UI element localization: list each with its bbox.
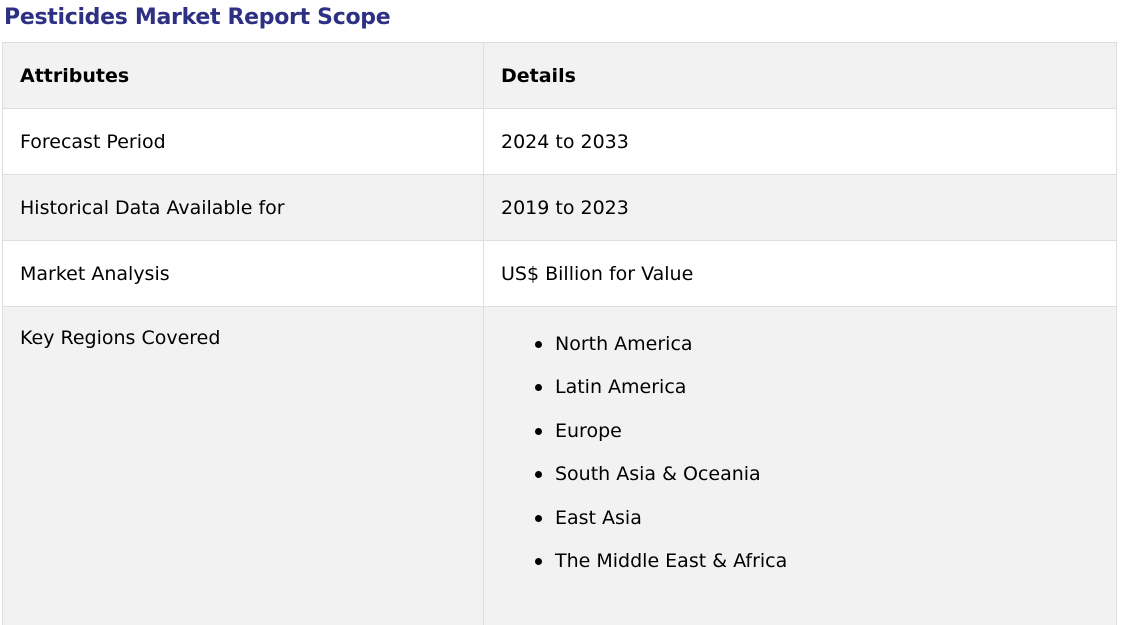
table-row: Forecast Period 2024 to 2033 [2, 108, 1117, 175]
list-item: Latin America [535, 374, 1099, 417]
list-item: North America [535, 331, 1099, 374]
report-scope-table: Attributes Details Forecast Period 2024 … [2, 42, 1117, 625]
page-title: Pesticides Market Report Scope [4, 5, 391, 30]
column-header-details: Details [483, 42, 1117, 109]
list-item: South Asia & Oceania [535, 461, 1099, 504]
region-label: Europe [555, 419, 622, 442]
page: Pesticides Market Report Scope Attribute… [0, 0, 1123, 625]
table-row: Market Analysis US$ Billion for Value [2, 240, 1117, 307]
attribute-cell: Forecast Period [2, 108, 484, 175]
detail-cell: 2024 to 2033 [483, 108, 1117, 175]
region-label: South Asia & Oceania [555, 463, 761, 486]
bullet-icon [535, 514, 542, 522]
table-row-regions: Key Regions Covered North America Latin … [2, 306, 1117, 625]
table-row: Historical Data Available for 2019 to 20… [2, 174, 1117, 241]
region-label: Latin America [555, 376, 687, 399]
column-header-attributes: Attributes [2, 42, 484, 109]
attribute-cell: Market Analysis [2, 240, 484, 307]
bullet-icon [535, 341, 542, 348]
bullet-icon [535, 557, 542, 565]
detail-cell: 2019 to 2023 [483, 174, 1117, 241]
bullet-icon [535, 384, 542, 392]
attribute-cell: Key Regions Covered [2, 306, 484, 625]
attribute-cell: Historical Data Available for [2, 174, 484, 241]
bullet-icon [535, 427, 542, 435]
region-label: East Asia [555, 506, 642, 529]
region-label: The Middle East & Africa [555, 549, 788, 572]
table-header-row: Attributes Details [2, 42, 1117, 109]
detail-cell: US$ Billion for Value [483, 240, 1117, 307]
bullet-icon [535, 471, 542, 479]
region-list: North America Latin America Europe South… [501, 331, 1099, 591]
list-item: The Middle East & Africa [535, 548, 1099, 591]
detail-cell: North America Latin America Europe South… [483, 306, 1117, 625]
region-label: North America [555, 333, 693, 355]
list-item: East Asia [535, 505, 1099, 548]
list-item: Europe [535, 418, 1099, 461]
